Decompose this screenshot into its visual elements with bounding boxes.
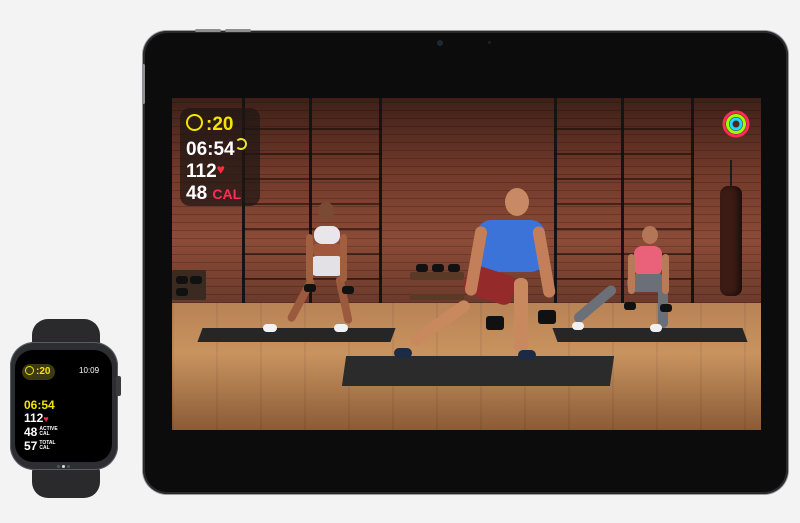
activity-rings-icon[interactable] bbox=[722, 110, 750, 138]
interval-timer: :20 bbox=[186, 113, 233, 134]
exercise-mat bbox=[197, 328, 396, 342]
ipad-side-button bbox=[142, 64, 145, 104]
ipad-top-button bbox=[195, 29, 221, 32]
heart-rate: 112♥ bbox=[186, 161, 225, 182]
heart-icon: ♥ bbox=[216, 161, 225, 177]
watch-elapsed-time: 06:54 bbox=[24, 398, 55, 412]
wall-bars bbox=[554, 98, 624, 303]
timer-icon bbox=[186, 114, 203, 131]
watch-active-calories: 48 ACTIVE CAL bbox=[24, 425, 58, 439]
elapsed-time: 06:54 bbox=[186, 138, 247, 159]
page-dot bbox=[57, 465, 60, 468]
calories: 48 CAL bbox=[186, 183, 242, 204]
progress-ring-icon bbox=[234, 138, 247, 150]
page-dot bbox=[62, 465, 65, 468]
dumbbell-rack bbox=[410, 272, 464, 280]
timer-icon bbox=[25, 366, 34, 375]
workout-video[interactable] bbox=[172, 98, 761, 430]
punching-bag-rope bbox=[730, 160, 732, 188]
watch-total-calories: 57 TOTAL CAL bbox=[24, 439, 56, 453]
digital-crown[interactable] bbox=[116, 376, 121, 396]
ipad-camera bbox=[437, 40, 443, 46]
watch-heart-rate: 112♥ bbox=[24, 411, 49, 425]
watch-clock: 10:09 bbox=[79, 366, 100, 375]
ipad-top-button bbox=[225, 29, 251, 32]
watch-page-indicator[interactable] bbox=[56, 455, 71, 473]
page-dot bbox=[67, 465, 70, 468]
ipad-sensor bbox=[488, 41, 491, 44]
watch-interval-timer: :20 bbox=[22, 364, 56, 380]
punching-bag bbox=[720, 186, 742, 296]
heart-icon: ♥ bbox=[43, 414, 49, 424]
exercise-mat bbox=[341, 356, 615, 386]
